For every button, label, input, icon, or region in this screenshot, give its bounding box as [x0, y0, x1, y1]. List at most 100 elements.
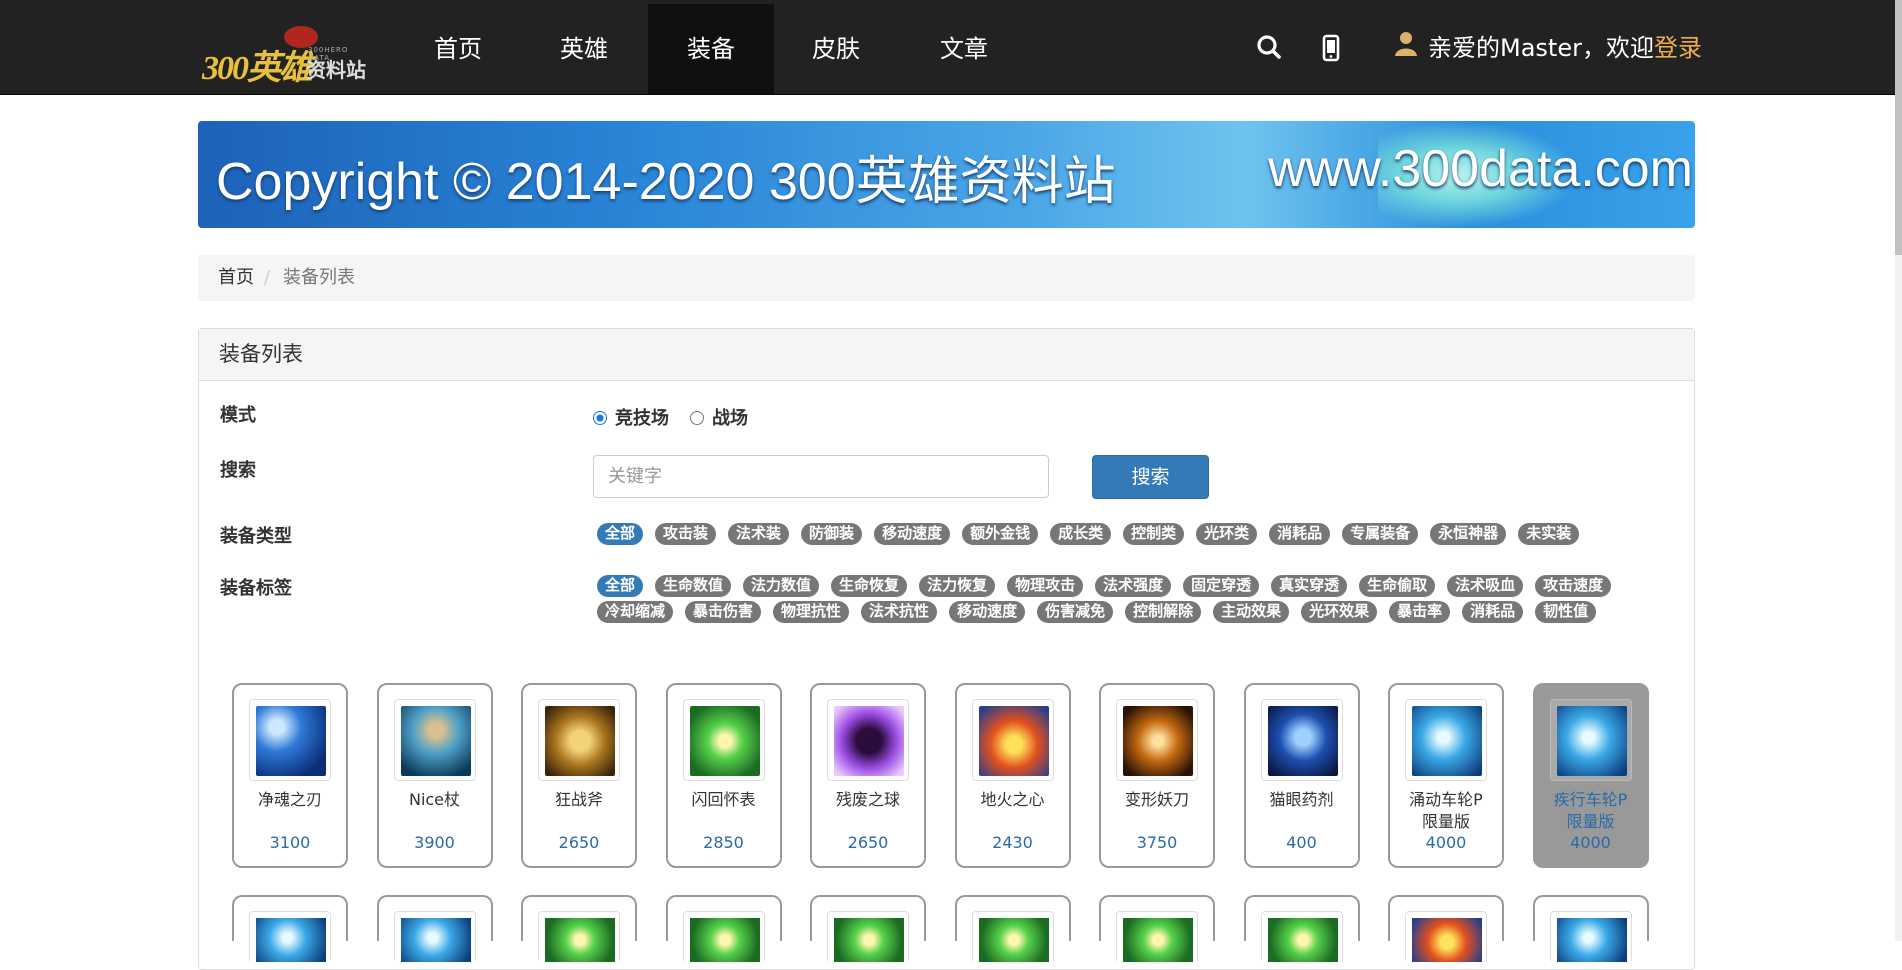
- type-tag[interactable]: 攻击装: [655, 523, 717, 545]
- equipment-card[interactable]: 涌动车轮P限量版 4000: [1388, 683, 1504, 868]
- attribute-tag[interactable]: 物理攻击: [1007, 575, 1084, 597]
- attribute-tag[interactable]: 暴击伤害: [685, 601, 762, 623]
- fire-heart-icon: [1412, 918, 1482, 962]
- attribute-tag[interactable]: 全部: [597, 575, 644, 597]
- equipment-name: Nice杖: [408, 790, 461, 809]
- attribute-tag[interactable]: 攻击速度: [1535, 575, 1612, 597]
- equipment-card[interactable]: [1532, 895, 1649, 962]
- potion-icon: [1267, 706, 1338, 776]
- type-tag[interactable]: 光环类: [1196, 523, 1258, 545]
- wheel-icon: [1412, 706, 1482, 776]
- pocket-watch-icon: [978, 918, 1049, 962]
- nav-articles[interactable]: 文章: [914, 4, 1014, 94]
- pocket-watch-icon: [834, 918, 904, 962]
- search-button[interactable]: 搜索: [1092, 455, 1209, 499]
- equipment-card[interactable]: 残废之球 2650: [810, 683, 926, 868]
- attribute-tag[interactable]: 法术强度: [1095, 575, 1172, 597]
- equipment-card[interactable]: 闪回怀表 2850: [665, 683, 782, 868]
- equipment-price: 2850: [703, 833, 744, 852]
- type-tag[interactable]: 额外金钱: [962, 523, 1039, 545]
- pocket-watch-icon: [545, 918, 615, 962]
- type-tag[interactable]: 成长类: [1050, 523, 1112, 545]
- search-icon[interactable]: [1254, 30, 1284, 64]
- equipment-icon-frame: [1260, 911, 1343, 962]
- attribute-tag[interactable]: 暴击率: [1389, 601, 1451, 623]
- equipment-card[interactable]: [1388, 895, 1504, 962]
- equipment-icon-frame: [538, 699, 620, 781]
- type-tag[interactable]: 消耗品: [1269, 523, 1331, 545]
- equipment-card[interactable]: 狂战斧 2650: [521, 683, 637, 868]
- equipment-card[interactable]: 地火之心 2430: [954, 683, 1071, 868]
- breadcrumb-home[interactable]: 首页: [218, 255, 254, 301]
- mobile-icon[interactable]: [1316, 30, 1346, 64]
- attribute-tag[interactable]: 韧性值: [1535, 601, 1597, 623]
- nav-home[interactable]: 首页: [408, 4, 508, 94]
- page-scrollbar[interactable]: [1895, 0, 1902, 941]
- equipment-card[interactable]: [954, 895, 1071, 962]
- attribute-tag[interactable]: 主动效果: [1213, 601, 1290, 623]
- equipment-card[interactable]: [376, 895, 493, 962]
- equipment-card[interactable]: 变形妖刀 3750: [1099, 683, 1215, 868]
- equipment-icon-frame: [249, 911, 331, 962]
- scrollbar-thumb[interactable]: [1895, 0, 1902, 255]
- attribute-tag[interactable]: 生命偷取: [1359, 575, 1436, 597]
- search-input[interactable]: [593, 455, 1049, 498]
- breadcrumb: 首页 / 装备列表: [198, 255, 1695, 301]
- attribute-tag[interactable]: 伤害减免: [1037, 601, 1114, 623]
- login-link[interactable]: 登录: [1654, 34, 1702, 62]
- attribute-tag[interactable]: 物理抗性: [773, 601, 850, 623]
- nav-skins[interactable]: 皮肤: [786, 4, 886, 94]
- equipment-card[interactable]: Nice杖 3900: [376, 683, 493, 868]
- mode-radio-arena-label: 竞技场: [615, 408, 669, 429]
- banner-copyright: Copyright © 2014-2020 300英雄资料站: [216, 153, 1116, 211]
- attribute-tag[interactable]: 移动速度: [949, 601, 1026, 623]
- type-tag[interactable]: 永恒神器: [1430, 523, 1507, 545]
- equipment-icon-frame: [538, 911, 620, 962]
- equipment-card[interactable]: [665, 895, 782, 962]
- equipment-card[interactable]: [810, 895, 926, 962]
- attribute-tag[interactable]: 生命数值: [655, 575, 732, 597]
- mode-radio-battlefield[interactable]: 战场: [690, 404, 748, 430]
- equipment-card[interactable]: [1243, 895, 1360, 962]
- equipment-icon-frame: [827, 699, 909, 781]
- demon-sword-icon: [1123, 706, 1193, 776]
- equipment-icon-frame: [1405, 699, 1487, 781]
- attribute-tag[interactable]: 法术吸血: [1447, 575, 1524, 597]
- type-tag[interactable]: 控制类: [1123, 523, 1185, 545]
- attribute-tag[interactable]: 光环效果: [1301, 601, 1378, 623]
- panel-title: 装备列表: [199, 329, 1694, 381]
- breadcrumb-separator: /: [264, 267, 271, 288]
- equipment-icon-frame: [1405, 911, 1487, 962]
- attribute-tag[interactable]: 法力恢复: [919, 575, 996, 597]
- attribute-tag[interactable]: 真实穿透: [1271, 575, 1348, 597]
- radio-circle[interactable]: [593, 411, 607, 425]
- mode-radio-arena[interactable]: 竞技场: [593, 404, 669, 430]
- nav-equipment[interactable]: 装备: [648, 4, 774, 94]
- equipment-card[interactable]: 疾行车轮P限量版 4000: [1532, 683, 1649, 868]
- equipment-icon-frame: [1116, 911, 1198, 962]
- type-tag[interactable]: 全部: [597, 523, 644, 545]
- type-tag[interactable]: 专属装备: [1342, 523, 1419, 545]
- equipment-card[interactable]: 净魂之刃 3100: [232, 683, 348, 868]
- radio-circle[interactable]: [690, 411, 704, 425]
- attribute-tag[interactable]: 冷却缩减: [597, 601, 674, 623]
- attribute-tag[interactable]: 消耗品: [1462, 601, 1524, 623]
- nav-heroes[interactable]: 英雄: [534, 4, 634, 94]
- equipment-card[interactable]: [521, 895, 637, 962]
- blade-icon: [256, 706, 326, 776]
- attribute-tag[interactable]: 法力数值: [743, 575, 820, 597]
- type-tag[interactable]: 未实装: [1518, 523, 1580, 545]
- equipment-card[interactable]: 猫眼药剂 400: [1243, 683, 1360, 868]
- type-tag[interactable]: 法术装: [728, 523, 790, 545]
- type-filter-tags: 全部 攻击装 法术装 防御装 移动速度 额外金钱 成长类 控制类 光环类 消耗品 专属装备 永恒神器未…: [597, 523, 1687, 549]
- equipment-card[interactable]: [1099, 895, 1215, 962]
- type-tag[interactable]: 移动速度: [874, 523, 951, 545]
- equipment-name: 变形妖刀: [1124, 790, 1189, 809]
- attribute-tag[interactable]: 法术抗性: [861, 601, 938, 623]
- equipment-card[interactable]: [232, 895, 348, 962]
- attribute-tag[interactable]: 生命恢复: [831, 575, 908, 597]
- site-logo[interactable]: 300英雄 300HERO DATA 资料站: [198, 20, 368, 87]
- attribute-tag[interactable]: 控制解除: [1125, 601, 1202, 623]
- type-tag[interactable]: 防御装: [801, 523, 863, 545]
- attribute-tag[interactable]: 固定穿透: [1183, 575, 1260, 597]
